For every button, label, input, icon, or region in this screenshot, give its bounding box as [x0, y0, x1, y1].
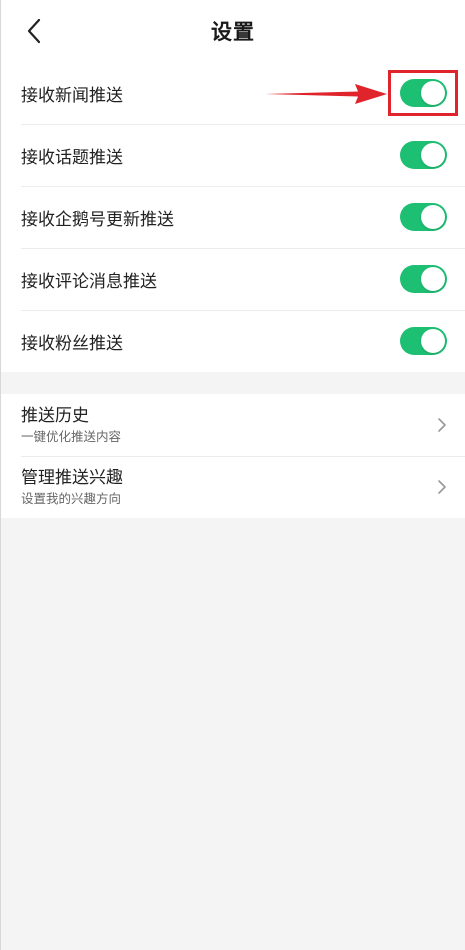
toggle-label: 接收企鹅号更新推送 — [21, 209, 174, 230]
nav-title: 推送历史 — [21, 405, 89, 426]
header-bar: 设置 — [1, 0, 465, 62]
toggle-row-fans: 接收粉丝推送 — [1, 310, 465, 372]
toggle-row-penguin: 接收企鹅号更新推送 — [1, 186, 465, 248]
toggle-label: 接收话题推送 — [21, 147, 123, 168]
red-arrow-annotation — [265, 84, 387, 104]
section-divider — [1, 372, 465, 394]
back-button[interactable] — [19, 16, 49, 46]
nav-subtitle: 设置我的兴趣方向 — [21, 490, 122, 506]
switch-knob — [421, 143, 445, 167]
penguin-update-push-switch[interactable] — [400, 203, 447, 231]
toggle-label: 接收新闻推送 — [21, 85, 123, 106]
topic-push-switch[interactable] — [400, 141, 447, 169]
toggle-label: 接收评论消息推送 — [21, 271, 157, 292]
switch-knob — [421, 267, 445, 291]
chevron-right-icon — [438, 480, 446, 494]
comment-push-switch[interactable] — [400, 265, 447, 293]
toggle-label: 接收粉丝推送 — [21, 333, 123, 354]
nav-row-push-history[interactable]: 推送历史 一键优化推送内容 — [1, 394, 465, 456]
push-nav-group: 推送历史 一键优化推送内容 管理推送兴趣 设置我的兴趣方向 — [1, 394, 465, 518]
toggle-row-comment: 接收评论消息推送 — [1, 248, 465, 310]
toggle-row-topic: 接收话题推送 — [1, 124, 465, 186]
page-title: 设置 — [211, 20, 255, 44]
nav-subtitle: 一键优化推送内容 — [21, 428, 122, 444]
highlight-box-annotation — [388, 70, 458, 116]
chevron-right-icon — [438, 418, 446, 432]
switch-knob — [421, 329, 445, 353]
chevron-left-icon — [27, 18, 41, 44]
fans-push-switch[interactable] — [400, 327, 447, 355]
switch-knob — [421, 205, 445, 229]
nav-row-manage-interest[interactable]: 管理推送兴趣 设置我的兴趣方向 — [1, 456, 465, 518]
nav-title: 管理推送兴趣 — [21, 467, 123, 488]
